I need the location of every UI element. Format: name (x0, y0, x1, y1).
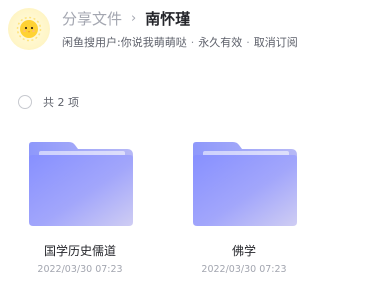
validity-label: 永久有效 (198, 36, 243, 49)
folder-icon (29, 142, 133, 226)
file-item-folder[interactable]: 佛学 2022/03/30 07:23 (164, 130, 324, 280)
breadcrumb: 分享文件 › 南怀瑾 (62, 7, 190, 29)
avatar (8, 8, 50, 50)
sharer-label: 闲鱼搜用户:你说我萌萌哒 (62, 36, 187, 49)
cancel-subscription-link[interactable]: 取消订阅 (254, 34, 298, 50)
file-item-folder[interactable]: 国学历史儒道 2022/03/30 07:23 (0, 130, 160, 280)
share-info: 闲鱼搜用户:你说我萌萌哒 · 永久有效 · 取消订阅 (62, 34, 298, 50)
file-name: 国学历史儒道 (43, 244, 116, 258)
file-date: 2022/03/30 07:23 (37, 264, 123, 275)
file-date: 2022/03/30 07:23 (201, 264, 287, 275)
file-name: 佛学 (231, 244, 256, 258)
share-header: 分享文件 › 南怀瑾 闲鱼搜用户:你说我萌萌哒 · 永久有效 · 取消订阅 (0, 0, 390, 70)
breadcrumb-share-files-link[interactable]: 分享文件 (62, 8, 122, 29)
page-title: 南怀瑾 (145, 9, 191, 28)
separator-dot: · (190, 35, 195, 49)
folder-icon (193, 142, 297, 226)
chevron-right-icon: › (131, 10, 137, 26)
select-all-checkbox[interactable] (18, 95, 32, 109)
separator-dot: · (246, 35, 250, 49)
sun-chick-icon (16, 16, 42, 42)
selection-bar: 共 2 项 (18, 94, 79, 110)
item-count-label: 共 2 项 (43, 96, 79, 109)
